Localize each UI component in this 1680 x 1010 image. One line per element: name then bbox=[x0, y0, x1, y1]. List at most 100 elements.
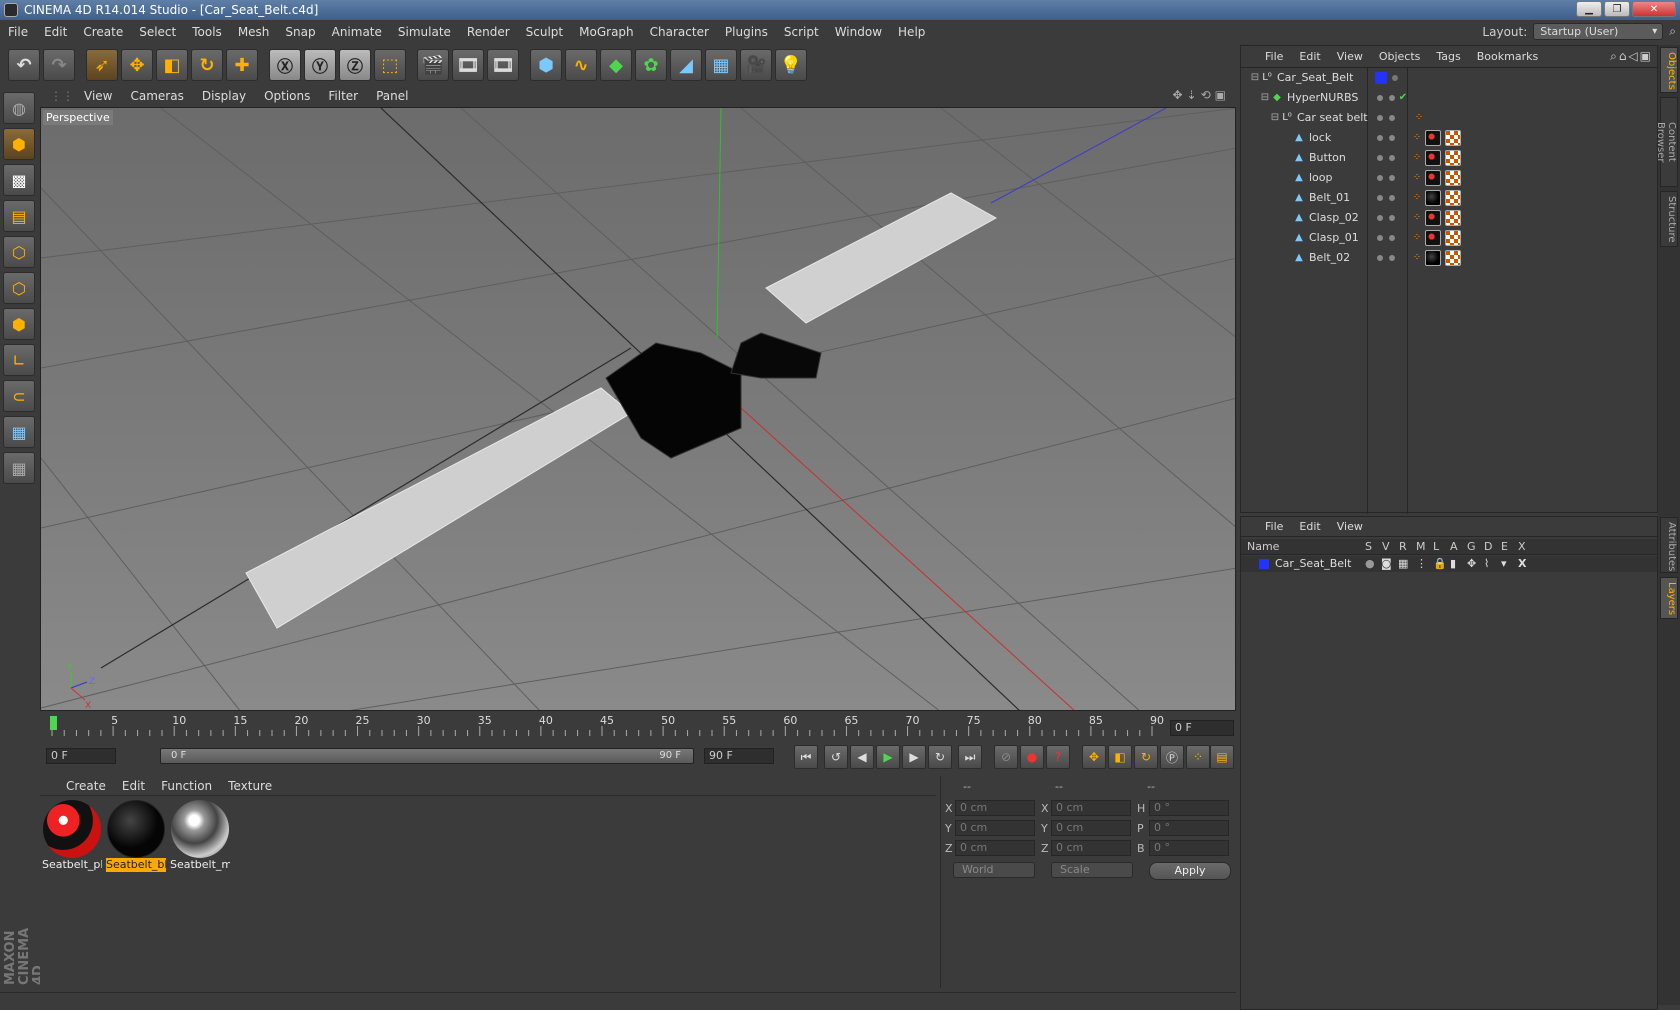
uvw-tag-icon[interactable] bbox=[1445, 150, 1461, 166]
belt-01[interactable] bbox=[245, 387, 632, 629]
object-row[interactable]: ▲ loop ⁘ bbox=[1241, 168, 1657, 188]
rotation-h-field[interactable]: 0 ° bbox=[1149, 800, 1229, 816]
material-menu-edit[interactable]: Edit bbox=[122, 779, 145, 793]
object-row[interactable]: ⊟ L⁰ Car seat belt ⁘ bbox=[1241, 108, 1657, 128]
menu-simulate[interactable]: Simulate bbox=[398, 25, 451, 39]
menu-snap[interactable]: Snap bbox=[285, 25, 315, 39]
model-mode-icon[interactable]: ⬢ bbox=[3, 128, 35, 160]
layout-dropdown[interactable]: Startup (User) bbox=[1533, 23, 1664, 40]
position-y-field[interactable]: 0 cm bbox=[955, 820, 1035, 836]
menu-animate[interactable]: Animate bbox=[332, 25, 382, 39]
visibility-dot[interactable] bbox=[1377, 215, 1383, 221]
tab-attributes[interactable]: Attributes bbox=[1660, 517, 1678, 573]
visibility-dot[interactable] bbox=[1377, 155, 1383, 161]
menu-render[interactable]: Render bbox=[467, 25, 510, 39]
layer-menu-view[interactable]: View bbox=[1337, 520, 1363, 533]
material-tag-icon[interactable] bbox=[1425, 230, 1441, 246]
object-row[interactable]: ▲ Clasp_02 ⁘ bbox=[1241, 208, 1657, 228]
tab-layers[interactable]: Layers bbox=[1660, 577, 1678, 619]
object-row[interactable]: ▲ lock ⁘ bbox=[1241, 128, 1657, 148]
object-manager-nav-icons[interactable]: ⌕⌂◁▣ bbox=[1610, 49, 1653, 64]
workplane-lock-icon[interactable]: ▦ bbox=[3, 416, 35, 448]
snap-icon[interactable]: ⊂ bbox=[3, 380, 35, 412]
render-dot[interactable] bbox=[1389, 115, 1395, 121]
material-tag-icon[interactable] bbox=[1425, 150, 1441, 166]
viewport-menu-panel[interactable]: Panel bbox=[376, 89, 408, 103]
layer-manager-icon[interactable]: ⋮ bbox=[1416, 557, 1427, 570]
menu-file[interactable]: File bbox=[8, 25, 28, 39]
next-frame-icon[interactable]: ▶ bbox=[902, 745, 926, 769]
material-swatch[interactable]: Seatbelt_bl bbox=[106, 800, 166, 874]
menu-mograph[interactable]: MoGraph bbox=[579, 25, 634, 39]
object-menu-bookmarks[interactable]: Bookmarks bbox=[1477, 50, 1538, 63]
phong-tag-icon[interactable]: ⁘ bbox=[1411, 132, 1423, 144]
tab-content-browser[interactable]: Content Browser bbox=[1655, 97, 1678, 187]
tab-objects[interactable]: Objects bbox=[1660, 47, 1678, 93]
viewport-menu-display[interactable]: Display bbox=[202, 89, 246, 103]
render-settings-icon[interactable]: 🎞 bbox=[487, 49, 519, 81]
clasp-01[interactable] bbox=[605, 342, 742, 459]
scale-icon[interactable]: ◧ bbox=[156, 49, 188, 81]
layer-view-icon[interactable]: ◙ bbox=[1381, 557, 1392, 570]
render-dot[interactable] bbox=[1389, 135, 1395, 141]
object-menu-file[interactable]: File bbox=[1265, 50, 1283, 63]
render-dot[interactable] bbox=[1389, 215, 1395, 221]
workplane-icon[interactable]: ▤ bbox=[3, 200, 35, 232]
array-icon[interactable]: ✿ bbox=[635, 49, 667, 81]
coordinate-space-dropdown[interactable]: World bbox=[953, 862, 1035, 878]
render-dot[interactable] bbox=[1389, 195, 1395, 201]
timeline-ruler[interactable]: 051015202530354045505560657075808590 bbox=[40, 714, 1236, 738]
end-frame-field[interactable]: 90 F bbox=[704, 748, 774, 764]
visibility-dot[interactable] bbox=[1392, 75, 1398, 81]
layer-color-swatch[interactable] bbox=[1259, 559, 1269, 569]
uvw-tag-icon[interactable] bbox=[1445, 170, 1461, 186]
record-keys-icon[interactable]: ⊘ bbox=[994, 745, 1018, 769]
record-rotation-icon[interactable]: ↻ bbox=[1134, 745, 1158, 769]
z-axis-icon[interactable]: Ⓩ bbox=[339, 49, 371, 81]
size-mode-dropdown[interactable]: Scale bbox=[1051, 862, 1133, 878]
layer-lock-icon[interactable]: 🔒 bbox=[1433, 557, 1447, 570]
material-swatch[interactable]: Seatbelt_pl bbox=[42, 800, 102, 874]
object-row[interactable]: ▲ Belt_01 ⁘ bbox=[1241, 188, 1657, 208]
uvw-tag-icon[interactable] bbox=[1445, 190, 1461, 206]
enabled-check-icon[interactable]: ✔ bbox=[1397, 92, 1409, 104]
material-swatch[interactable]: Seatbelt_m bbox=[170, 800, 230, 874]
render-dot[interactable] bbox=[1389, 235, 1395, 241]
visibility-dot[interactable] bbox=[1377, 115, 1383, 121]
material-menu-function[interactable]: Function bbox=[161, 779, 212, 793]
object-menu-tags[interactable]: Tags bbox=[1436, 50, 1460, 63]
material-tag-icon[interactable] bbox=[1425, 130, 1441, 146]
coordinate-system-icon[interactable]: ⬚ bbox=[374, 49, 406, 81]
record-parameter-icon[interactable]: Ⓟ bbox=[1160, 745, 1184, 769]
go-to-start-icon[interactable]: ⏮ bbox=[794, 745, 818, 769]
rotate-icon[interactable]: ↻ bbox=[191, 49, 223, 81]
menu-script[interactable]: Script bbox=[784, 25, 819, 39]
previous-frame-icon[interactable]: ◀ bbox=[850, 745, 874, 769]
timeline-window-icon[interactable]: ▤ bbox=[1210, 745, 1234, 769]
texture-mode-icon[interactable]: ▩ bbox=[3, 164, 35, 196]
auto-key-icon[interactable]: ● bbox=[1020, 745, 1044, 769]
minimize-button[interactable]: ▁ bbox=[1576, 1, 1602, 17]
layer-color-swatch[interactable] bbox=[1375, 72, 1387, 84]
points-mode-icon[interactable]: ⬡ bbox=[3, 236, 35, 268]
object-menu-objects[interactable]: Objects bbox=[1379, 50, 1421, 63]
record-point-level-icon[interactable]: ⁘ bbox=[1186, 745, 1210, 769]
material-menu-texture[interactable]: Texture bbox=[228, 779, 272, 793]
workplane-rotate-icon[interactable]: ▦ bbox=[3, 452, 35, 484]
material-tag-icon[interactable] bbox=[1425, 190, 1441, 206]
layer-xref-icon[interactable]: X bbox=[1518, 557, 1526, 570]
layer-expression-icon[interactable]: ▾ bbox=[1501, 557, 1507, 570]
light-icon[interactable]: 💡 bbox=[775, 49, 807, 81]
viewport-menu-view[interactable]: View bbox=[84, 89, 112, 103]
collapse-icon[interactable]: ⊟ bbox=[1269, 112, 1281, 124]
3d-viewport[interactable]: Y Z X Perspective bbox=[40, 107, 1236, 711]
object-menu-edit[interactable]: Edit bbox=[1299, 50, 1320, 63]
menu-character[interactable]: Character bbox=[650, 25, 709, 39]
render-dot[interactable] bbox=[1389, 95, 1395, 101]
size-y-field[interactable]: 0 cm bbox=[1051, 820, 1131, 836]
camera-icon[interactable]: 🎥 bbox=[740, 49, 772, 81]
object-row[interactable]: ▲ Belt_02 ⁘ bbox=[1241, 248, 1657, 268]
playhead[interactable] bbox=[50, 716, 57, 730]
undo-icon[interactable]: ↶ bbox=[8, 49, 40, 81]
edges-mode-icon[interactable]: ⬡ bbox=[3, 272, 35, 304]
